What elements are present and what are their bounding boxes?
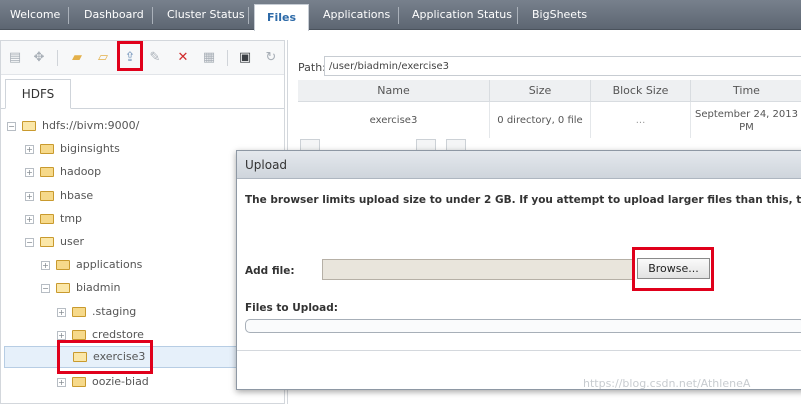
tree-item-root[interactable]: − hdfs://bivm:9000/ <box>7 116 139 136</box>
cell-time-line1: September 24, 2013 <box>695 109 798 120</box>
tree-item-label: hbase <box>60 189 94 202</box>
cell-block-size: ... <box>591 102 691 138</box>
exercise3-highlight <box>57 340 153 374</box>
expand-icon[interactable]: + <box>25 191 34 201</box>
tree-item-label: biginsights <box>60 142 120 155</box>
column-header-block-size[interactable]: Block Size <box>591 80 691 102</box>
nav-divider <box>152 7 153 24</box>
cell-name[interactable]: exercise3 <box>298 102 490 138</box>
column-header-name[interactable]: Name <box>298 80 490 102</box>
move-icon[interactable]: ✥ <box>31 50 47 66</box>
expand-icon[interactable]: + <box>57 330 66 340</box>
new-folder-icon[interactable]: ▰ <box>69 50 85 66</box>
tree-item-label: hadoop <box>60 165 102 178</box>
collapse-icon[interactable]: − <box>7 121 16 131</box>
folder-icon <box>72 377 86 387</box>
add-file-label: Add file: <box>245 265 295 277</box>
upload-dialog: Upload The browser limits upload size to… <box>236 150 801 390</box>
expand-icon[interactable]: + <box>41 260 50 270</box>
expand-icon[interactable]: + <box>57 307 66 317</box>
toolbar-divider <box>227 50 228 66</box>
folder-open-icon <box>56 283 70 293</box>
tree-item-label: user <box>60 235 84 248</box>
tree-item-label: .staging <box>92 305 137 318</box>
expand-icon[interactable]: + <box>25 167 34 177</box>
tab-cluster-status[interactable]: Cluster Status <box>167 8 245 21</box>
cell-size: 0 directory, 0 file <box>490 102 591 138</box>
tree-item-label: hdfs://bivm:9000/ <box>42 119 140 132</box>
tree-item-label: oozie-biad <box>92 375 149 388</box>
paste-icon[interactable]: ▱ <box>95 50 111 66</box>
tree-item-biadmin[interactable]: − biadmin <box>41 278 121 298</box>
nav-divider <box>398 7 399 24</box>
edit-icon[interactable]: ✎ <box>147 50 163 66</box>
expand-icon[interactable]: + <box>25 144 34 154</box>
collapse-icon[interactable]: − <box>25 237 34 247</box>
tab-dashboard[interactable]: Dashboard <box>84 8 144 21</box>
app-root: Welcome Dashboard Cluster Status Files A… <box>0 0 801 404</box>
upload-highlight <box>117 41 143 71</box>
dialog-title[interactable]: Upload <box>237 151 801 179</box>
files-to-upload-label: Files to Upload: <box>245 302 338 314</box>
tree-item-tmp[interactable]: + tmp <box>25 209 82 229</box>
expand-icon[interactable]: + <box>57 377 66 387</box>
tree-item-biginsights[interactable]: + biginsights <box>25 139 120 159</box>
delete-icon[interactable]: ✕ <box>175 50 191 66</box>
folder-open-icon <box>22 121 36 131</box>
folder-icon <box>40 214 54 224</box>
path-label: Path: <box>298 61 326 74</box>
refresh-icon[interactable]: ↻ <box>263 50 279 66</box>
dialog-divider <box>237 350 801 351</box>
nav-divider <box>248 7 249 24</box>
tab-bigsheets[interactable]: BigSheets <box>532 8 587 21</box>
nav-divider <box>68 7 69 24</box>
tree-item-label: applications <box>76 258 143 271</box>
folder-icon <box>56 260 70 270</box>
properties-icon[interactable]: ▦ <box>201 50 217 66</box>
tree-item-applications[interactable]: + applications <box>41 255 142 275</box>
toolbar-divider <box>57 50 58 66</box>
folder-icon <box>40 167 54 177</box>
terminal-icon[interactable]: ▣ <box>237 50 253 66</box>
tab-applications[interactable]: Applications <box>323 8 390 21</box>
column-header-time[interactable]: Time <box>691 80 801 102</box>
tree-item-hbase[interactable]: + hbase <box>25 186 93 206</box>
tree-item-user[interactable]: − user <box>25 232 84 252</box>
tree-item-staging[interactable]: + .staging <box>57 302 136 322</box>
top-nav: Welcome Dashboard Cluster Status Files A… <box>0 0 801 31</box>
watermark: https://blog.csdn.net/AthleneA <box>583 377 751 390</box>
folder-icon <box>40 191 54 201</box>
tab-application-status[interactable]: Application Status <box>412 8 512 21</box>
folder-open-icon <box>40 237 54 247</box>
path-input[interactable] <box>324 56 801 76</box>
file-input[interactable] <box>322 259 634 280</box>
tree-item-oozie[interactable]: + oozie-biad <box>57 372 149 392</box>
tab-files[interactable]: Files <box>254 4 310 31</box>
tab-hdfs[interactable]: HDFS <box>5 79 71 109</box>
folder-icon <box>40 144 54 154</box>
nav-divider <box>517 7 518 24</box>
files-to-upload-list[interactable] <box>245 319 801 333</box>
folder-icon <box>72 307 86 317</box>
cell-time: September 24, 2013 PM <box>691 102 801 138</box>
tab-welcome[interactable]: Welcome <box>10 8 60 21</box>
copy-icon[interactable]: ▤ <box>7 50 23 66</box>
column-header-size[interactable]: Size <box>490 80 591 102</box>
dialog-message: The browser limits upload size to under … <box>245 194 801 206</box>
collapse-icon[interactable]: − <box>41 283 50 293</box>
tree-item-hadoop[interactable]: + hadoop <box>25 162 101 182</box>
folder-icon <box>72 330 86 340</box>
browse-highlight <box>632 247 714 291</box>
expand-icon[interactable]: + <box>25 214 34 224</box>
tree-item-label: biadmin <box>76 281 121 294</box>
tree-item-label: tmp <box>60 212 83 225</box>
cell-time-line2: PM <box>739 122 754 133</box>
